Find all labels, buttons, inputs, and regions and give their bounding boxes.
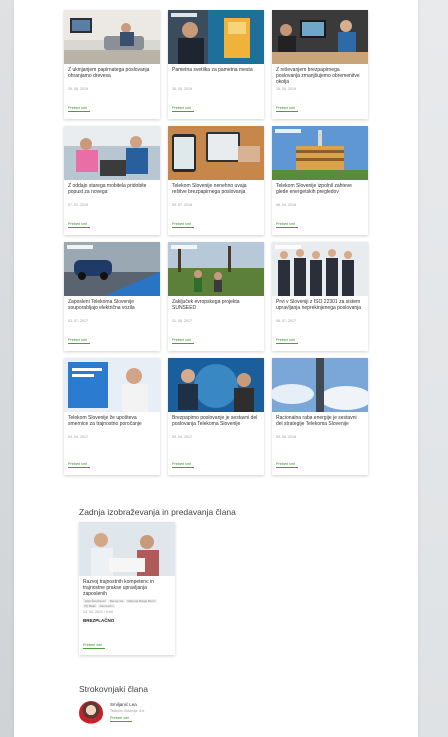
- office-desk-photo: [272, 10, 368, 64]
- news-date: 31. 08. 2017: [172, 319, 192, 323]
- lecture-thumbnail[interactable]: [79, 522, 175, 576]
- news-title[interactable]: Prvi v Sloveniji z ISO 22301 za sistem u…: [272, 296, 368, 318]
- report-photo: [64, 358, 160, 412]
- news-thumbnail[interactable]: [64, 358, 160, 412]
- news-card[interactable]: Racionalna raba energije je sestavni del…: [272, 358, 368, 475]
- background-left: [0, 0, 14, 737]
- news-date: 07. 01. 2019: [68, 203, 88, 207]
- news-date: 30. 05. 2019: [172, 87, 192, 91]
- news-title[interactable]: Racionalna raba energije je sestavni del…: [272, 412, 368, 434]
- news-thumbnail[interactable]: [272, 242, 368, 296]
- news-date: 15. 05. 2019: [276, 87, 296, 91]
- news-date: 29. 08. 2019: [68, 87, 88, 91]
- news-card[interactable]: Prvi v Sloveniji z ISO 22301 za sistem u…: [272, 242, 368, 351]
- news-card[interactable]: Telekom Slovenije izpolnil zahteve glede…: [272, 126, 368, 235]
- news-date: 03. 04. 2017: [172, 435, 192, 439]
- news-card[interactable]: Brezpapirno poslovanje je sestavni del p…: [168, 358, 264, 475]
- lecture-photo: [79, 522, 175, 576]
- read-more-link[interactable]: Preberi več: [172, 462, 194, 468]
- news-card[interactable]: Z reševanjem brezpapirnega poslovanja zm…: [272, 10, 368, 119]
- read-more-link[interactable]: Preberi več: [110, 716, 132, 722]
- read-more-link[interactable]: Preberi več: [68, 222, 90, 228]
- lectures-heading: Zadnja izobraževanja in predavanja člana: [79, 507, 236, 517]
- news-card[interactable]: Z ukinjanjem papirnatega poslovanja ohra…: [64, 10, 160, 119]
- news-title[interactable]: Z oddajo starega mobitela pridobite popu…: [64, 180, 160, 202]
- experts-heading: Strokovnjaki člana: [79, 684, 148, 694]
- news-card[interactable]: Z oddajo starega mobitela pridobite popu…: [64, 126, 160, 235]
- lecture-tags: Jelja Šelj Ramiz Benjar Ga Materija Mari…: [79, 597, 175, 608]
- expert-item[interactable]: Smiljanić Lea Telekom Slovenije, d.d. Pr…: [79, 701, 219, 729]
- news-date: 04. 04. 2017: [68, 435, 88, 439]
- news-thumbnail[interactable]: [272, 10, 368, 64]
- news-card[interactable]: Zaposleni Telekoma Slovenije souporablja…: [64, 242, 160, 351]
- smart-lamp-photo: [168, 10, 264, 64]
- digital-work-photo: [168, 358, 264, 412]
- news-thumbnail[interactable]: [168, 10, 264, 64]
- news-title[interactable]: Telekom Slovenije že upošteva smernice z…: [64, 412, 160, 434]
- news-date: 03. 06. 2016: [276, 435, 296, 439]
- lecture-title[interactable]: Razvoj trajnostnih kompetenc in trajnost…: [79, 576, 175, 597]
- read-more-link[interactable]: Preberi več: [83, 643, 105, 649]
- expert-organization: Telekom Slovenije, d.d.: [110, 709, 145, 713]
- lecture-card[interactable]: Razvoj trajnostnih kompetenc in trajnost…: [79, 522, 175, 655]
- news-thumbnail[interactable]: [272, 126, 368, 180]
- news-title[interactable]: Zaključek evropskega projekta SUNSEED: [168, 296, 264, 318]
- news-date: 03. 07. 2017: [68, 319, 88, 323]
- news-card[interactable]: Zaključek evropskega projekta SUNSEED 31…: [168, 242, 264, 351]
- news-thumbnail[interactable]: [168, 358, 264, 412]
- news-thumbnail[interactable]: [64, 242, 160, 296]
- background-right: [418, 0, 448, 737]
- news-title[interactable]: Brezpapirno poslovanje je sestavni del p…: [168, 412, 264, 434]
- read-more-link[interactable]: Preberi več: [276, 222, 298, 228]
- news-date: 03. 07. 2018: [172, 203, 192, 207]
- read-more-link[interactable]: Preberi več: [68, 338, 90, 344]
- read-more-link[interactable]: Preberi več: [276, 106, 298, 112]
- read-more-link[interactable]: Preberi več: [276, 338, 298, 344]
- read-more-link[interactable]: Preberi več: [276, 462, 298, 468]
- lecture-tag: Jelja Šelj Ramiz: [83, 599, 108, 603]
- news-card[interactable]: Pametna svetilka za pametna mesta 30. 05…: [168, 10, 264, 119]
- news-title[interactable]: Pametna svetilka za pametna mesta: [168, 64, 264, 86]
- building-photo: [272, 126, 368, 180]
- read-more-link[interactable]: Preberi več: [172, 222, 194, 228]
- read-more-link[interactable]: Preberi več: [172, 106, 194, 112]
- news-card[interactable]: Telekom Slovenije že upošteva smernice z…: [64, 358, 160, 475]
- news-thumbnail[interactable]: [272, 358, 368, 412]
- news-thumbnail[interactable]: [64, 10, 160, 64]
- read-more-link[interactable]: Preberi več: [68, 106, 90, 112]
- lecture-tag: Renia Rim: [98, 604, 116, 608]
- avatar[interactable]: [79, 701, 103, 725]
- news-title[interactable]: Telekom Slovenije izpolnil zahteve glede…: [272, 180, 368, 202]
- news-thumbnail[interactable]: [64, 126, 160, 180]
- read-more-link[interactable]: Preberi več: [172, 338, 194, 344]
- news-date: 06. 07. 2017: [276, 319, 296, 323]
- read-more-link[interactable]: Preberi več: [68, 462, 90, 468]
- news-thumbnail[interactable]: [168, 242, 264, 296]
- tablet-signing-photo: [168, 126, 264, 180]
- electric-car-photo: [64, 242, 160, 296]
- news-grid: Z ukinjanjem papirnatega poslovanja ohra…: [64, 10, 384, 475]
- lecture-tag: Prj Bašk: [83, 604, 98, 608]
- news-title[interactable]: Telekom Slovenije nenehno uvaja rešitve …: [168, 180, 264, 202]
- news-card[interactable]: Telekom Slovenije nenehno uvaja rešitve …: [168, 126, 264, 235]
- news-thumbnail[interactable]: [168, 126, 264, 180]
- news-title[interactable]: Z reševanjem brezpapirnega poslovanja zm…: [272, 64, 368, 86]
- lecture-tag: Benjar Ga: [108, 599, 125, 603]
- lecture-price: BREZPLAČNO: [83, 618, 115, 623]
- news-date: 06. 04. 2018: [276, 203, 296, 207]
- news-title[interactable]: Zaposleni Telekoma Slovenije souporablja…: [64, 296, 160, 318]
- lecture-tag: Materija Marija Morin: [125, 599, 157, 603]
- group-photo: [272, 242, 368, 296]
- news-title[interactable]: Z ukinjanjem papirnatega poslovanja ohra…: [64, 64, 160, 86]
- living-room-photo: [64, 10, 160, 64]
- outdoor-project-photo: [168, 242, 264, 296]
- phone-shop-photo: [64, 126, 160, 180]
- expert-name[interactable]: Smiljanić Lea: [110, 702, 137, 707]
- sky-pole-photo: [272, 358, 368, 412]
